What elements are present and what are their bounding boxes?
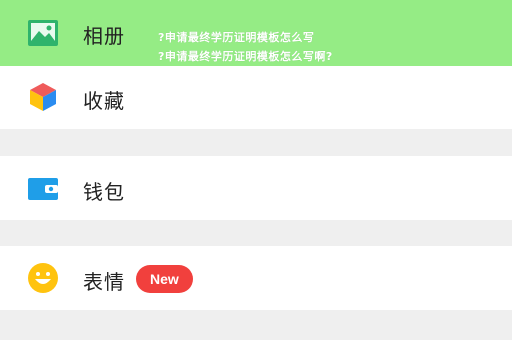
menu-item-favorites[interactable]: 收藏 xyxy=(0,66,512,129)
menu-item-label-favorites: 收藏 xyxy=(83,89,125,113)
menu-item-album[interactable]: 相册 ?申请最终学历证明模板怎么写 ?申请最终学历证明模板怎么写啊? xyxy=(0,0,512,66)
wallet-icon xyxy=(27,173,59,205)
menu-item-label-stickers: 表情 xyxy=(83,270,125,294)
menu-item-label-wallet: 钱包 xyxy=(83,180,125,204)
overlay-text-line-2: ?申请最终学历证明模板怎么写啊? xyxy=(158,50,333,63)
menu-item-wallet[interactable]: 钱包 xyxy=(0,156,512,220)
smiley-face-icon xyxy=(27,262,59,294)
photo-album-icon xyxy=(27,17,59,49)
new-badge: New xyxy=(136,265,193,293)
menu-item-label-album: 相册 xyxy=(83,24,125,48)
menu-item-stickers[interactable]: 表情 New xyxy=(0,246,512,310)
cube-favorites-icon xyxy=(27,81,59,113)
overlay-text-line-1: ?申请最终学历证明模板怎么写 xyxy=(158,31,315,44)
